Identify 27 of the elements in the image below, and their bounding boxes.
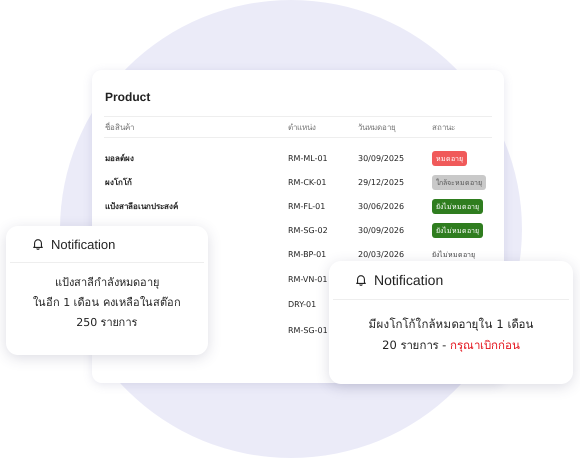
location-code: RM-CK-01 — [287, 178, 328, 186]
bell-icon — [355, 274, 367, 286]
location-code: RM-ML-01 — [287, 154, 329, 162]
product-name: มอลต์ผง — [104, 152, 135, 164]
location-code: RM-SG-02 — [287, 226, 329, 234]
location-code: RM-BP-01 — [287, 250, 328, 259]
product-name: ผงโกโก้ — [104, 176, 133, 188]
column-header: สถานะ — [431, 122, 456, 134]
location-code: RM-FL-01 — [287, 202, 326, 210]
location-code: DRY-01 — [287, 300, 318, 309]
location-code: RM-VN-01 — [287, 275, 328, 284]
column-header: ชื่อสินค้า — [104, 121, 135, 134]
product-name: แป้งสาลีอเนกประสงค์ — [104, 200, 179, 212]
location-code: RM-SG-01 — [287, 326, 329, 335]
expiry-date: 30/09/2026 — [357, 226, 406, 234]
column-header: วันหมดอายุ — [357, 122, 397, 134]
notification-message: แป้งสาลีกำลังหมดอายุ ในอีก 1 เดือน คงเหลือในสต๊อก 250 รายการ — [32, 275, 182, 331]
expiry-date: 30/06/2026 — [357, 202, 406, 210]
notification-title: Notification — [374, 272, 444, 288]
column-header: ตำแหน่ง — [287, 122, 317, 134]
expiry-date: 20/03/2026 — [357, 250, 406, 259]
expiry-date: 29/12/2025 — [357, 178, 406, 186]
table-title: Product — [104, 90, 152, 104]
notification-title: Notification — [51, 236, 116, 252]
bell-icon — [32, 238, 44, 250]
notification-message: มีผงโกโก้ใกล้หมดอายุใน 1 เดือน 20 รายการ - กรุณาเบิกก่อน — [368, 316, 534, 354]
expiry-date: 30/09/2025 — [357, 154, 406, 162]
